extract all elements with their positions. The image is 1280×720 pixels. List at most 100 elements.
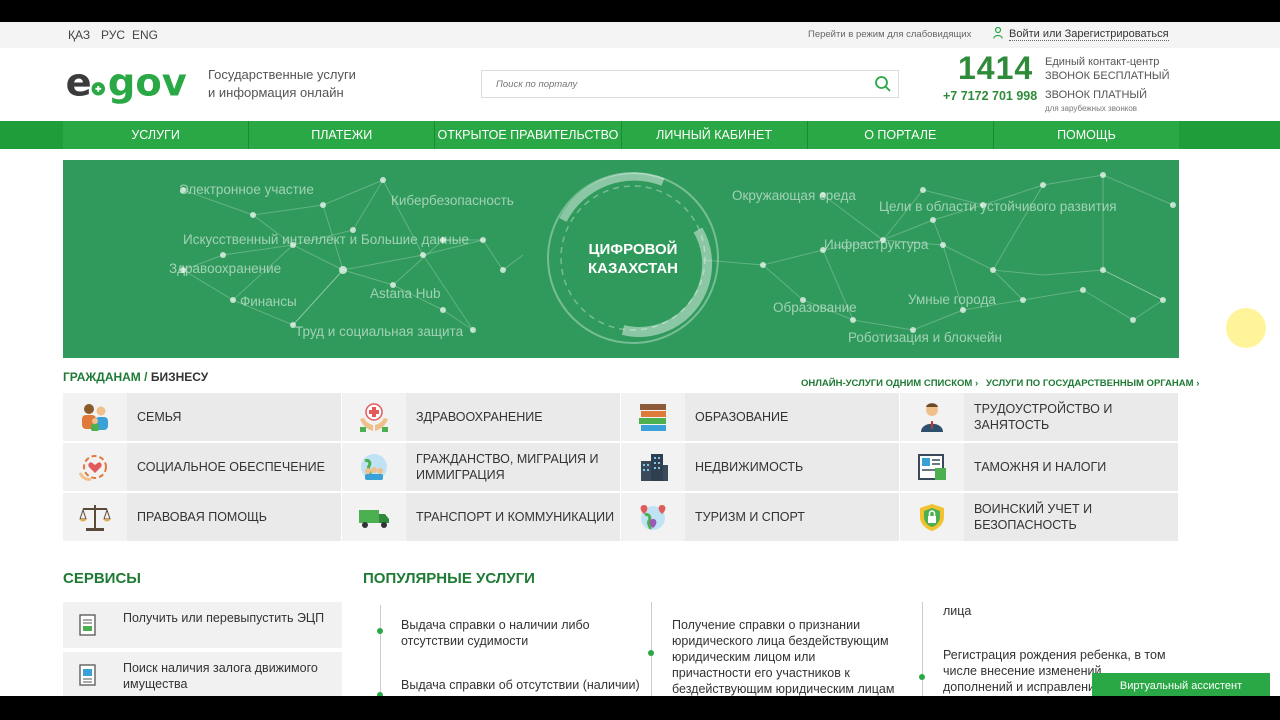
buildings-icon [641,454,668,481]
category-military-security[interactable]: ВОИНСКИЙ УЧЕТ И БЕЗОПАСНОСТЬ [900,493,1178,541]
category-label: ГРАЖДАНСТВО, МИГРАЦИЯ И ИММИГРАЦИЯ [416,452,599,482]
category-healthcare[interactable]: ЗДРАВООХРАНЕНИЕ [342,393,620,441]
search-input[interactable] [482,71,862,97]
category-grid: СЕМЬЯ ЗДРАВООХРАНЕНИЕ ОБРАЗОВАНИЕ ТРУДОУ… [63,393,1179,541]
service-label: Поиск наличия залога движимого имущества [123,661,318,691]
popular-service-fragment[interactable]: лица [943,603,1163,619]
timeline-dot [919,674,925,680]
timeline-line [651,602,652,696]
category-education[interactable]: ОБРАЗОВАНИЕ [621,393,899,441]
svg-text:gov: gov [108,61,187,106]
nav-payments[interactable]: ПЛАТЕЖИ [249,121,436,149]
service-digital-signature[interactable]: Получить или перевыпустить ЭЦП [63,602,342,648]
banner-label-finance: Финансы [240,294,297,309]
timeline-line [922,602,923,696]
category-customs-taxes[interactable]: ТАМОЖНЯ И НАЛОГИ [900,443,1178,491]
family-icon [82,404,108,431]
tagline-line-2: и информация онлайн [208,85,344,100]
paid-call-info: ЗВОНОК ПЛАТНЫЙ для зарубежных звонков [1045,89,1147,115]
nav-open-government[interactable]: ОТКРЫТОЕ ПРАВИТЕЛЬСТВО [435,121,622,149]
popular-service-inactive-legal-entity[interactable]: Получение справки о признании юридическо… [672,617,897,696]
low-vision-link[interactable]: Перейти в режим для слабовидящих [808,29,971,40]
user-icon [993,27,1003,39]
contact-center-label: Единый контакт-центр [1045,56,1160,68]
category-employment[interactable]: ТРУДОУСТРОЙСТВО И ЗАНЯТОСТЬ [900,393,1178,441]
banner-label-education: Образование [773,300,857,315]
agencies-services-label: УСЛУГИ ПО ГОСУДАРСТВЕННЫМ ОРГАНАМ [986,378,1194,389]
timeline-dot [648,650,654,656]
banner-label-healthcare: Здравоохранение [169,261,282,276]
timeline-line [380,605,381,696]
service-pledge-search[interactable]: Поиск наличия залога движимого имущества [63,652,342,696]
paid-call-label: ЗВОНОК ПЛАТНЫЙ [1045,89,1148,101]
social-icon [78,455,107,481]
books-icon [639,404,666,431]
lang-eng[interactable]: ENG [132,28,158,42]
customs-icon [918,454,946,480]
page: ҚАЗ РУС ENG Перейти в режим для слабовид… [0,22,1280,696]
migration-icon [361,454,387,480]
banner-label-e-participation: Электронное участие [179,182,314,197]
top-bar: ҚАЗ РУС ENG Перейти в режим для слабовид… [0,22,1280,48]
nav-help[interactable]: ПОМОЩЬ [994,121,1179,149]
category-legal-aid[interactable]: ПРАВОВАЯ ПОМОЩЬ [63,493,341,541]
category-label: НЕДВИЖИМОСТЬ [695,460,804,474]
contact-center-info: Единый контакт-центр ЗВОНОК БЕСПЛАТНЫЙ [1045,55,1170,83]
online-services-list-label: ОНЛАЙН-УСЛУГИ ОДНИМ СПИСКОМ [801,378,973,389]
category-label: СЕМЬЯ [137,410,182,424]
truck-icon [359,510,389,528]
nav-services[interactable]: УСЛУГИ [63,121,250,149]
timeline-dot [377,628,383,634]
certificate-icon [79,614,96,636]
virtual-assistant-button[interactable]: Виртуальный ассистент [1092,673,1270,696]
worker-icon [921,403,943,432]
egov-logo[interactable]: e gov [63,60,195,108]
search-box [481,70,899,98]
cursor-highlight [1226,308,1266,348]
login-link[interactable]: Войти или Зарегистрироваться [993,27,1169,41]
audience-switch: ГРАЖДАНАМ / БИЗНЕСУ [63,370,208,384]
category-label: ЗДРАВООХРАНЕНИЕ [416,410,543,424]
popular-services-heading: ПОПУЛЯРНЫЕ УСЛУГИ [363,570,535,587]
popular-service-criminal-record[interactable]: Выдача справки о наличии либо отсутствии… [401,617,621,649]
nav-about[interactable]: О ПОРТАЛЕ [808,121,994,149]
lang-kaz[interactable]: ҚАЗ [68,28,90,42]
category-tourism-sport[interactable]: ТУРИЗМ И СПОРТ [621,493,899,541]
category-social-security[interactable]: СОЦИАЛЬНОЕ ОБЕСПЕЧЕНИЕ [63,443,341,491]
category-family[interactable]: СЕМЬЯ [63,393,341,441]
search-icon[interactable] [874,75,892,93]
category-label: ТАМОЖНЯ И НАЛОГИ [974,460,1107,474]
banner-label-robotics: Роботизация и блокчейн [848,330,1003,345]
banner-label-ai-big-data: Искусственный интеллект и Большие данные [183,232,469,247]
nav-personal-account[interactable]: ЛИЧНЫЙ КАБИНЕТ [622,121,808,149]
service-label: Получить или перевыпустить ЭЦП [123,611,325,625]
svg-text:e: e [66,61,92,106]
lang-rus[interactable]: РУС [101,28,125,42]
category-label: ПРАВОВАЯ ПОМОЩЬ [137,510,267,524]
contact-center-number[interactable]: 1414 [958,50,1033,87]
category-real-estate[interactable]: НЕДВИЖИМОСТЬ [621,443,899,491]
health-icon [360,403,388,432]
digital-kazakhstan-banner[interactable]: Электронное участие Кибербезопасность Ис… [63,160,1179,358]
agencies-services-link[interactable]: УСЛУГИ ПО ГОСУДАРСТВЕННЫМ ОРГАНАМ › [986,378,1199,389]
login-label: Войти или Зарегистрироваться [1009,28,1169,41]
shield-icon [920,504,944,531]
banner-label-sdg: Цели в области устойчивого развития [879,199,1117,214]
main-nav: УСЛУГИ ПЛАТЕЖИ ОТКРЫТОЕ ПРАВИТЕЛЬСТВО ЛИ… [0,121,1280,149]
banner-label-astana-hub: Astana Hub [370,286,441,301]
foreign-calls-label: для зарубежных звонков [1045,104,1138,113]
category-label: ТУРИЗМ И СПОРТ [695,510,805,524]
popular-service-absence-certificate[interactable]: Выдача справки об отсутствии (наличии) [401,677,641,693]
category-label: ОБРАЗОВАНИЕ [695,410,789,424]
scales-icon [79,505,111,531]
tab-citizens[interactable]: ГРАЖДАНАМ [63,370,141,384]
banner-title-line-2: КАЗАХСТАН [588,260,678,277]
tab-business[interactable]: БИЗНЕСУ [151,370,208,384]
category-transport[interactable]: ТРАНСПОРТ И КОММУНИКАЦИИ [342,493,620,541]
banner-label-environment: Окружающая среда [732,188,856,203]
audience-separator: / [140,370,151,384]
banner-title: ЦИФРОВОЙ КАЗАХСТАН [568,240,698,278]
online-services-list-link[interactable]: ОНЛАЙН-УСЛУГИ ОДНИМ СПИСКОМ › [801,378,978,389]
paid-phone-number[interactable]: +7 7172 701 998 [943,89,1037,103]
category-citizenship-migration[interactable]: ГРАЖДАНСТВО, МИГРАЦИЯ И ИММИГРАЦИЯ [342,443,620,491]
